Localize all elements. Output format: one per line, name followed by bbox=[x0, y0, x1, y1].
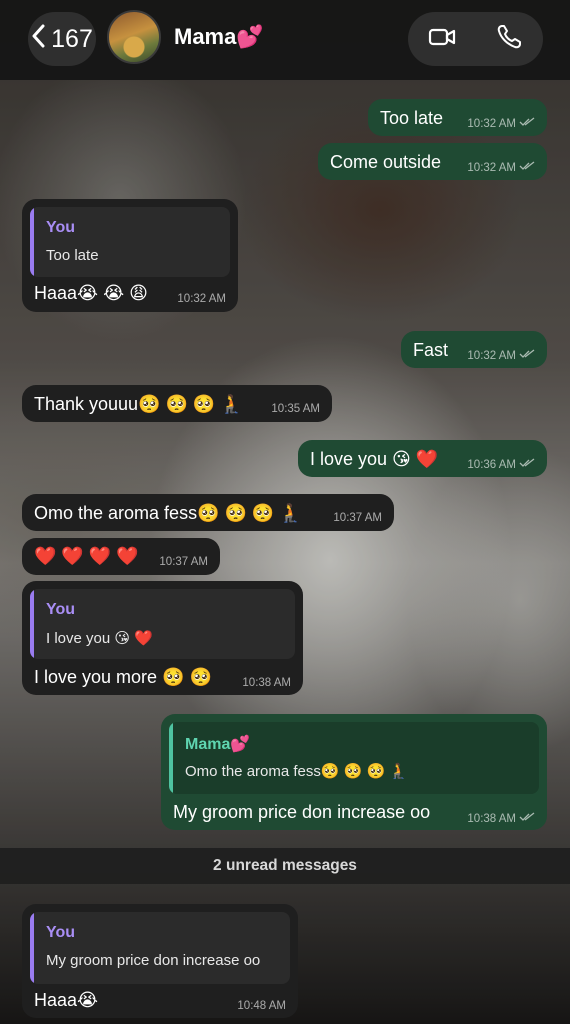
message-meta: 10:48 AM bbox=[237, 1000, 286, 1012]
reply-accent-bar bbox=[30, 589, 34, 659]
message-meta: 10:37 AM bbox=[333, 512, 382, 524]
video-call-icon[interactable] bbox=[427, 22, 457, 57]
reply-accent-bar bbox=[30, 912, 34, 984]
double-check-icon bbox=[519, 117, 535, 130]
message-meta: 10:35 AM bbox=[271, 403, 320, 415]
message-text: I love you 😘 ❤️ bbox=[310, 449, 439, 469]
reply-accent-bar bbox=[30, 207, 34, 277]
message-text: Too late bbox=[380, 108, 444, 128]
reply-author: You bbox=[46, 924, 76, 941]
message-incoming[interactable]: You My groom price don increase oo Haaa😭… bbox=[22, 904, 298, 1018]
message-text: My groom price don increase oo bbox=[173, 802, 431, 822]
message-outgoing[interactable]: I love you 😘 ❤️ 10:36 AM bbox=[298, 440, 547, 477]
reply-author: You bbox=[46, 219, 76, 236]
contact-avatar[interactable] bbox=[107, 10, 161, 64]
unread-chats-count: 167 bbox=[51, 24, 93, 53]
reply-text: I love you 😘 ❤️ bbox=[46, 630, 153, 647]
message-outgoing[interactable]: Come outside 10:32 AM bbox=[318, 143, 547, 180]
message-meta: 10:38 AM bbox=[467, 812, 535, 825]
message-text: Thank youuu🥺 🥺 🥺 🧎 bbox=[34, 394, 243, 414]
message-time: 10:32 AM bbox=[177, 293, 226, 305]
message-outgoing[interactable]: Fast 10:32 AM bbox=[401, 331, 547, 368]
message-time: 10:35 AM bbox=[271, 403, 320, 415]
double-check-icon bbox=[519, 161, 535, 174]
message-text: I love you more 🥺 🥺 bbox=[34, 667, 212, 687]
message-text: Fast bbox=[413, 340, 449, 360]
message-time: 10:37 AM bbox=[159, 556, 208, 568]
message-time: 10:37 AM bbox=[333, 512, 382, 524]
reply-author: You bbox=[46, 601, 76, 618]
quoted-reply[interactable]: You I love you 😘 ❤️ bbox=[30, 589, 295, 659]
message-text: Come outside bbox=[330, 152, 442, 172]
message-incoming[interactable]: Omo the aroma fess🥺 🥺 🥺 🧎 10:37 AM bbox=[22, 494, 394, 531]
message-meta: 10:32 AM bbox=[467, 117, 535, 130]
message-meta: 10:37 AM bbox=[159, 556, 208, 568]
reply-text: My groom price don increase oo bbox=[46, 952, 261, 969]
message-time: 10:36 AM bbox=[467, 458, 516, 471]
message-incoming[interactable]: Thank youuu🥺 🥺 🥺 🧎 10:35 AM bbox=[22, 385, 332, 422]
phone-call-icon[interactable] bbox=[494, 22, 524, 57]
message-time: 10:32 AM bbox=[467, 117, 516, 130]
message-meta: 10:32 AM bbox=[467, 349, 535, 362]
quoted-reply[interactable]: You My groom price don increase oo bbox=[30, 912, 290, 984]
unread-messages-divider: 2 unread messages bbox=[0, 848, 570, 884]
message-text: ❤️ ❤️ ❤️ ❤️ bbox=[34, 546, 139, 566]
message-incoming[interactable]: You I love you 😘 ❤️ I love you more 🥺 🥺 … bbox=[22, 581, 303, 695]
reply-accent-bar bbox=[169, 722, 173, 794]
reply-text: Omo the aroma fess🥺 🥺 🥺 🧎 bbox=[185, 763, 409, 780]
double-check-icon bbox=[519, 349, 535, 362]
reply-author: Mama💕 bbox=[185, 736, 251, 753]
message-meta: 10:32 AM bbox=[467, 161, 535, 174]
contact-name[interactable]: Mama💕 bbox=[174, 24, 264, 50]
double-check-icon bbox=[519, 812, 535, 825]
message-time: 10:32 AM bbox=[467, 161, 516, 174]
double-check-icon bbox=[519, 458, 535, 471]
message-incoming[interactable]: ❤️ ❤️ ❤️ ❤️ 10:37 AM bbox=[22, 538, 220, 575]
back-chevron-icon bbox=[31, 24, 47, 55]
call-actions bbox=[408, 12, 543, 66]
chat-header: 167 Mama💕 bbox=[0, 0, 570, 80]
message-incoming[interactable]: You Too late Haaa😭 😭 😩 10:32 AM bbox=[22, 199, 238, 312]
quoted-reply[interactable]: Mama💕 Omo the aroma fess🥺 🥺 🥺 🧎 bbox=[169, 722, 539, 794]
message-time: 10:38 AM bbox=[467, 812, 516, 825]
message-text: Omo the aroma fess🥺 🥺 🥺 🧎 bbox=[34, 503, 302, 523]
message-time: 10:32 AM bbox=[467, 349, 516, 362]
message-time: 10:48 AM bbox=[237, 1000, 286, 1012]
message-outgoing[interactable]: Too late 10:32 AM bbox=[368, 99, 547, 136]
message-text: Haaa😭 😭 😩 bbox=[34, 283, 148, 303]
back-button[interactable]: 167 bbox=[28, 12, 96, 66]
quoted-reply[interactable]: You Too late bbox=[30, 207, 230, 277]
message-meta: 10:32 AM bbox=[177, 293, 226, 305]
reply-text: Too late bbox=[46, 247, 99, 264]
message-meta: 10:38 AM bbox=[242, 677, 291, 689]
message-text: Haaa😭 bbox=[34, 990, 99, 1010]
message-meta: 10:36 AM bbox=[467, 458, 535, 471]
message-outgoing[interactable]: Mama💕 Omo the aroma fess🥺 🥺 🥺 🧎 My groom… bbox=[161, 714, 547, 830]
message-time: 10:38 AM bbox=[242, 677, 291, 689]
